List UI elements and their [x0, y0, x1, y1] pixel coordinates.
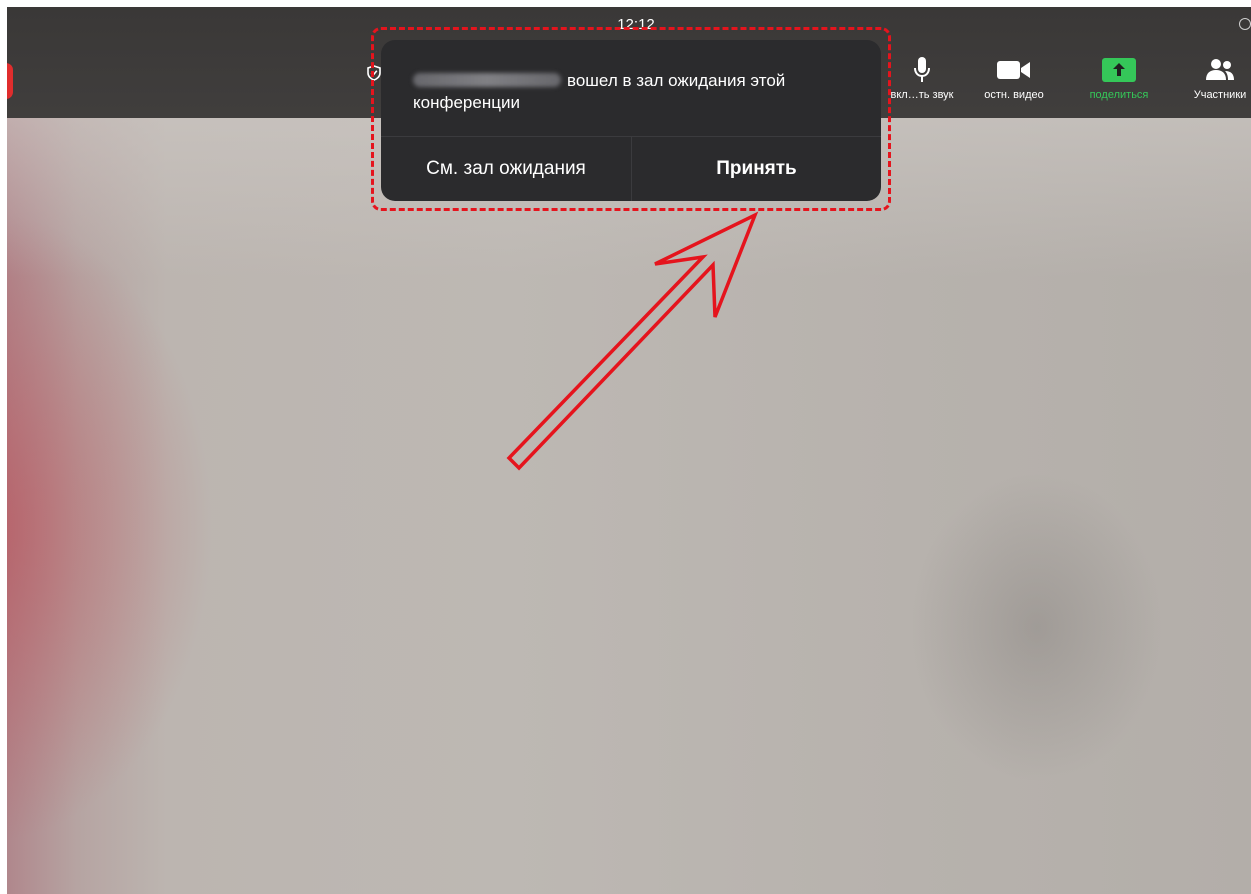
- status-time: 12:12: [617, 16, 655, 33]
- mute-label: вкл…ть звук: [890, 89, 954, 101]
- accept-button[interactable]: Принять: [632, 137, 881, 201]
- video-label: остн. видео: [984, 89, 1044, 101]
- video-camera-icon: [969, 53, 1059, 87]
- participants-label: Участники: [1193, 89, 1247, 101]
- waiting-room-notification: вошел в зал ожидания этой конференции См…: [381, 40, 881, 201]
- end-meeting-button[interactable]: [7, 63, 13, 99]
- share-button[interactable]: поделиться: [1071, 53, 1167, 101]
- notification-actions: См. зал ожидания Принять: [381, 136, 881, 201]
- stop-video-button[interactable]: остн. видео: [969, 53, 1059, 101]
- mute-button[interactable]: вкл…ть звук: [879, 53, 965, 101]
- participants-icon: [1175, 53, 1251, 87]
- notification-message: вошел в зал ожидания этой конференции: [413, 70, 853, 114]
- shield-icon[interactable]: [367, 65, 381, 86]
- view-waiting-room-button[interactable]: См. зал ожидания: [381, 137, 632, 201]
- status-indicator-icon: [1239, 18, 1251, 30]
- share-label: поделиться: [1089, 89, 1149, 101]
- participant-name-redacted: [413, 73, 561, 87]
- participants-button[interactable]: Участники: [1175, 53, 1251, 101]
- microphone-icon: [879, 53, 965, 87]
- zoom-meeting-window: 12:12 вкл…ть звук остн. видео поделиться…: [7, 7, 1251, 894]
- share-screen-icon: [1071, 53, 1167, 87]
